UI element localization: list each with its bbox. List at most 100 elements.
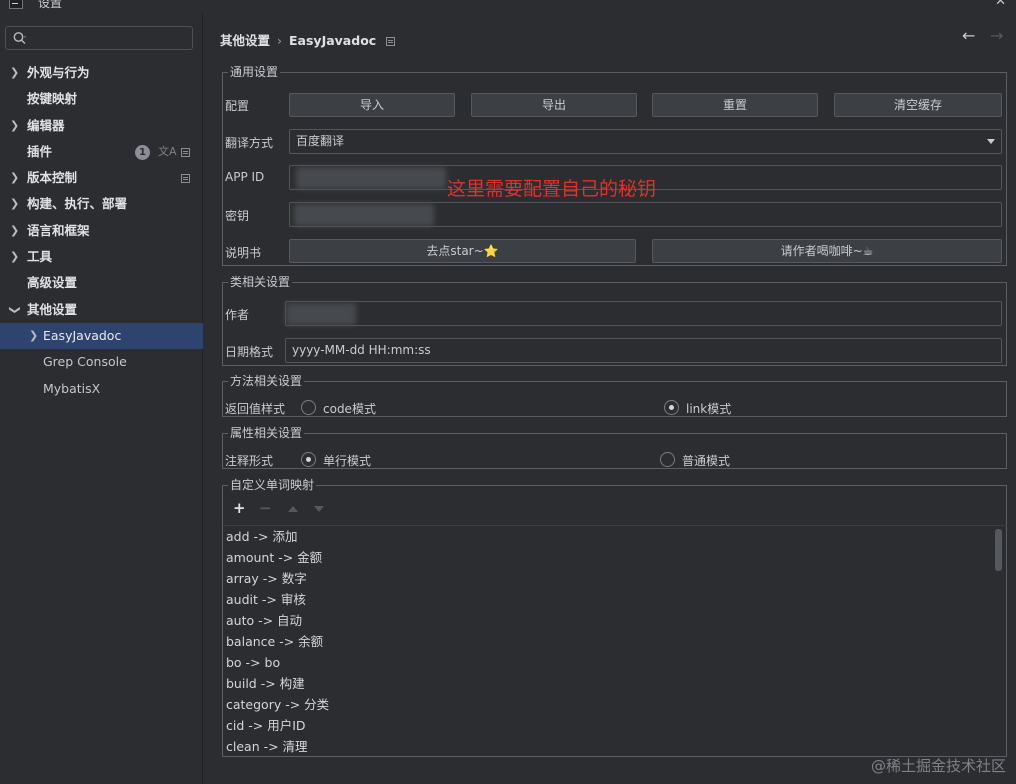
sidebar-item-label: 工具 [27, 249, 53, 265]
redacted-value [296, 167, 446, 189]
chevron-right-icon: ❯ [10, 118, 20, 132]
sidebar-item-label: MybatisX [43, 380, 101, 396]
sidebar-item-label: 按键映射 [27, 91, 78, 107]
chevron-right-icon: ❯ [10, 250, 20, 264]
move-up-icon[interactable] [288, 506, 298, 512]
clear-cache-button[interactable]: 清空缓存 [834, 93, 1002, 117]
chevron-down-icon: ❯ [8, 305, 22, 315]
date-format-label: 日期格式 [225, 345, 274, 359]
breadcrumb-parent[interactable]: 其他设置 [220, 33, 270, 48]
sidebar-item-languages[interactable]: ❯ 语言和框架 [0, 218, 203, 244]
chevron-right-icon: ❯ [10, 171, 20, 185]
list-item[interactable]: bo -> bo [223, 652, 1007, 673]
list-scrollbar[interactable] [995, 529, 1002, 571]
sidebar-item-label: 版本控制 [27, 170, 78, 186]
reset-button[interactable]: 重置 [652, 93, 818, 117]
buy-coffee-button[interactable]: 请作者喝咖啡~☕ [652, 239, 1002, 263]
sidebar-item-label: Grep Console [43, 354, 127, 370]
list-item[interactable]: category -> 分类 [223, 694, 1007, 715]
chevron-right-icon: ❯ [29, 328, 39, 342]
translate-icon: 文A [158, 144, 177, 158]
link-mode-radio[interactable] [664, 400, 679, 415]
word-mapping-group: 自定义单词映射 + − add -> 添加 amount -> 金额 array… [222, 479, 1007, 757]
sidebar-item-other-settings[interactable]: ❯ 其他设置 [0, 297, 203, 323]
sidebar-item-label: 其他设置 [27, 301, 78, 317]
star-button[interactable]: 去点star~⭐ [289, 239, 636, 263]
list-item[interactable]: audit -> 审核 [223, 589, 1007, 610]
add-icon[interactable]: + [233, 499, 246, 517]
project-settings-icon [181, 174, 190, 184]
list-item[interactable]: balance -> 余额 [223, 631, 1007, 652]
window-title: 设置 [38, 0, 63, 10]
export-button[interactable]: 导出 [471, 93, 637, 117]
radio-label[interactable]: 单行模式 [323, 452, 371, 469]
sidebar-item-label: 插件 [27, 143, 53, 159]
normal-mode-radio[interactable] [660, 452, 675, 467]
author-input[interactable] [285, 301, 1002, 326]
translate-method-select[interactable]: 百度翻译 [289, 129, 1002, 154]
sidebar-item-label: 构建、执行、部署 [27, 196, 128, 212]
list-item[interactable]: cid -> 用户ID [223, 715, 1007, 736]
radio-label[interactable]: code模式 [323, 400, 376, 417]
list-item[interactable]: build -> 构建 [223, 673, 1007, 694]
sidebar-item-grep-console[interactable]: Grep Console [0, 349, 203, 375]
return-style-label: 返回值样式 [225, 402, 286, 416]
app-icon [9, 0, 23, 9]
watermark: @稀土掘金技术社区 [870, 757, 1006, 775]
breadcrumb-separator: › [277, 33, 283, 48]
list-item[interactable]: array -> 数字 [223, 568, 1007, 589]
word-mapping-list[interactable]: add -> 添加 amount -> 金额 array -> 数字 audit… [223, 525, 1007, 757]
radio-label[interactable]: 普通模式 [682, 452, 730, 469]
list-item[interactable]: add -> 添加 [223, 526, 1007, 547]
sidebar-item-advanced[interactable]: 高级设置 [0, 270, 203, 296]
manual-label: 说明书 [225, 246, 262, 260]
redacted-value [294, 204, 434, 226]
sidebar-item-build[interactable]: ❯ 构建、执行、部署 [0, 191, 203, 217]
project-settings-icon [181, 147, 190, 157]
settings-sidebar: ❯ 外观与行为 按键映射 ❯ 编辑器 插件 1 文A ❯ 版本控制 ❯ 构建、执… [0, 14, 203, 784]
sidebar-item-vcs[interactable]: ❯ 版本控制 [0, 165, 203, 191]
list-item[interactable]: auto -> 自动 [223, 610, 1007, 631]
radio-label[interactable]: link模式 [686, 400, 731, 417]
comment-style-label: 注释形式 [225, 454, 274, 468]
sidebar-tree: ❯ 外观与行为 按键映射 ❯ 编辑器 插件 1 文A ❯ 版本控制 ❯ 构建、执… [0, 60, 203, 402]
group-title: 通用设置 [230, 65, 279, 79]
code-mode-radio[interactable] [301, 400, 316, 415]
title-bar: 设置 ✕ [0, 0, 1016, 14]
chevron-right-icon: ❯ [10, 223, 20, 237]
group-title: 自定义单词映射 [230, 478, 315, 492]
field-settings-group: 属性相关设置 注释形式 单行模式 普通模式 [222, 427, 1007, 469]
search-icon [13, 32, 26, 45]
move-down-icon[interactable] [314, 506, 324, 512]
translate-method-value: 百度翻译 [296, 134, 345, 148]
general-settings-group: 通用设置 配置 导入 导出 重置 清空缓存 翻译方式 百度翻译 APP ID 密… [222, 66, 1007, 266]
single-line-mode-radio[interactable] [301, 452, 316, 467]
close-icon[interactable]: ✕ [995, 0, 1006, 9]
group-title: 类相关设置 [230, 275, 291, 289]
import-button[interactable]: 导入 [289, 93, 455, 117]
chevron-right-icon: ❯ [10, 66, 20, 79]
settings-content: 其他设置 › EasyJavadoc ← → 通用设置 配置 导入 导出 重置 清空… [204, 14, 1016, 784]
remove-icon[interactable]: − [259, 499, 272, 517]
back-arrow-icon[interactable]: ← [962, 26, 975, 45]
sidebar-item-label: 外观与行为 [27, 65, 90, 80]
list-item[interactable]: amount -> 金额 [223, 547, 1007, 568]
sidebar-item-keymap[interactable]: 按键映射 [0, 86, 203, 112]
sidebar-item-mybatisx[interactable]: MybatisX [0, 376, 203, 402]
forward-arrow-icon[interactable]: → [990, 26, 1003, 45]
group-title: 属性相关设置 [230, 426, 303, 440]
list-item[interactable]: clean -> 清理 [223, 736, 1007, 757]
date-format-input[interactable]: yyyy-MM-dd HH:mm:ss [285, 338, 1002, 363]
breadcrumb: 其他设置 › EasyJavadoc [220, 30, 396, 49]
group-title: 方法相关设置 [230, 374, 303, 388]
project-settings-icon [386, 37, 396, 46]
sidebar-item-tools[interactable]: ❯ 工具 [0, 244, 203, 270]
class-settings-group: 类相关设置 作者 日期格式 yyyy-MM-dd HH:mm:ss [222, 276, 1007, 366]
sidebar-item-easyjavadoc[interactable]: ❯ EasyJavadoc [0, 322, 203, 350]
sidebar-item-plugins[interactable]: 插件 1 文A [0, 139, 203, 165]
sidebar-item-editor[interactable]: ❯ 编辑器 [0, 113, 203, 139]
secret-key-input[interactable] [289, 202, 1002, 227]
sidebar-item-appearance[interactable]: ❯ 外观与行为 [0, 60, 203, 86]
search-input[interactable] [5, 26, 193, 50]
sidebar-item-label: 语言和框架 [27, 222, 90, 238]
